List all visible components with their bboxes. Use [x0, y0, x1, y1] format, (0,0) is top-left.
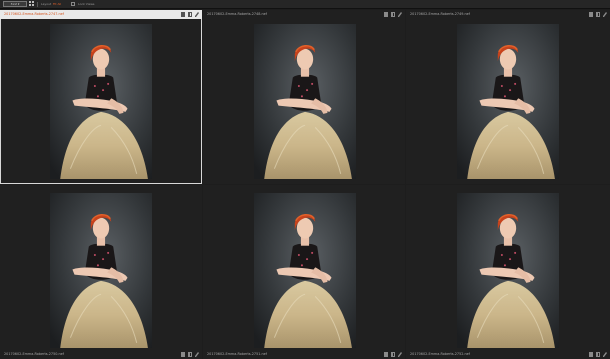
portrait-photo	[457, 193, 559, 348]
badge-icon[interactable]	[589, 12, 593, 17]
cell-header: 20170602-Emma-Roberts-2750.nef	[0, 350, 202, 359]
image-cell-5[interactable]: 20170602-Emma-Roberts-2751.nef	[203, 185, 405, 359]
portrait-photo	[50, 24, 152, 179]
lock-views-label: Lock Views	[78, 2, 95, 6]
cell-header: 20170602-Emma-Roberts-2747.nef	[0, 10, 202, 19]
badge-icon[interactable]	[384, 12, 388, 17]
image-filename: 20170602-Emma-Roberts-2749.nef	[410, 12, 470, 16]
compare-icon[interactable]	[596, 352, 600, 357]
badge-icon[interactable]	[589, 352, 593, 357]
layout-picker-button[interactable]: 3×2 ▾	[3, 1, 27, 7]
compare-icon[interactable]	[188, 352, 192, 357]
cell-header: 20170602-Emma-Roberts-2751.nef	[203, 350, 405, 359]
lock-views-checkbox[interactable]	[71, 2, 75, 6]
pencil-icon[interactable]	[603, 352, 607, 357]
compare-icon[interactable]	[596, 12, 600, 17]
cell-header: 20170602-Emma-Roberts-2749.nef	[406, 10, 610, 19]
portrait-photo	[254, 24, 356, 179]
image-filename: 20170602-Emma-Roberts-2748.nef	[207, 12, 267, 16]
image-cell-6[interactable]: 20170602-Emma-Roberts-2752.nef	[406, 185, 610, 359]
portrait-photo	[254, 193, 356, 348]
badge-icon[interactable]	[181, 352, 185, 357]
toolbar-divider	[37, 2, 38, 7]
pencil-icon[interactable]	[398, 12, 402, 17]
pencil-icon[interactable]	[195, 12, 199, 17]
image-cell-1[interactable]: 20170602-Emma-Roberts-2747.nef	[0, 10, 202, 184]
portrait-photo	[50, 193, 152, 348]
image-filename: 20170602-Emma-Roberts-2747.nef	[4, 12, 64, 16]
portrait-photo	[457, 24, 559, 179]
compare-icon[interactable]	[188, 12, 192, 17]
image-filename: 20170602-Emma-Roberts-2752.nef	[410, 352, 470, 356]
layout-picker-label: 3×2	[10, 2, 17, 6]
grid-icon[interactable]	[29, 1, 35, 7]
layout-value[interactable]: Fit All	[53, 1, 61, 8]
badge-icon[interactable]	[181, 12, 185, 17]
chevron-down-icon: ▾	[17, 2, 20, 6]
compare-icon[interactable]	[391, 352, 395, 357]
pencil-icon[interactable]	[603, 12, 607, 17]
image-cell-4[interactable]: 20170602-Emma-Roberts-2750.nef	[0, 185, 202, 359]
cell-header: 20170602-Emma-Roberts-2752.nef	[406, 350, 610, 359]
image-filename: 20170602-Emma-Roberts-2750.nef	[4, 352, 64, 356]
pencil-icon[interactable]	[398, 352, 402, 357]
compare-icon[interactable]	[391, 12, 395, 17]
layout-label: Layout	[41, 2, 52, 6]
image-cell-2[interactable]: 20170602-Emma-Roberts-2748.nef	[203, 10, 405, 184]
pencil-icon[interactable]	[195, 352, 199, 357]
top-toolbar: 3×2 ▾ Layout Fit All Lock Views	[0, 0, 610, 9]
cell-header: 20170602-Emma-Roberts-2748.nef	[203, 10, 405, 19]
image-cell-3[interactable]: 20170602-Emma-Roberts-2749.nef	[406, 10, 610, 184]
image-filename: 20170602-Emma-Roberts-2751.nef	[207, 352, 267, 356]
image-compare-grid: 20170602-Emma-Roberts-2747.nef 20170602-…	[0, 10, 610, 359]
badge-icon[interactable]	[384, 352, 388, 357]
